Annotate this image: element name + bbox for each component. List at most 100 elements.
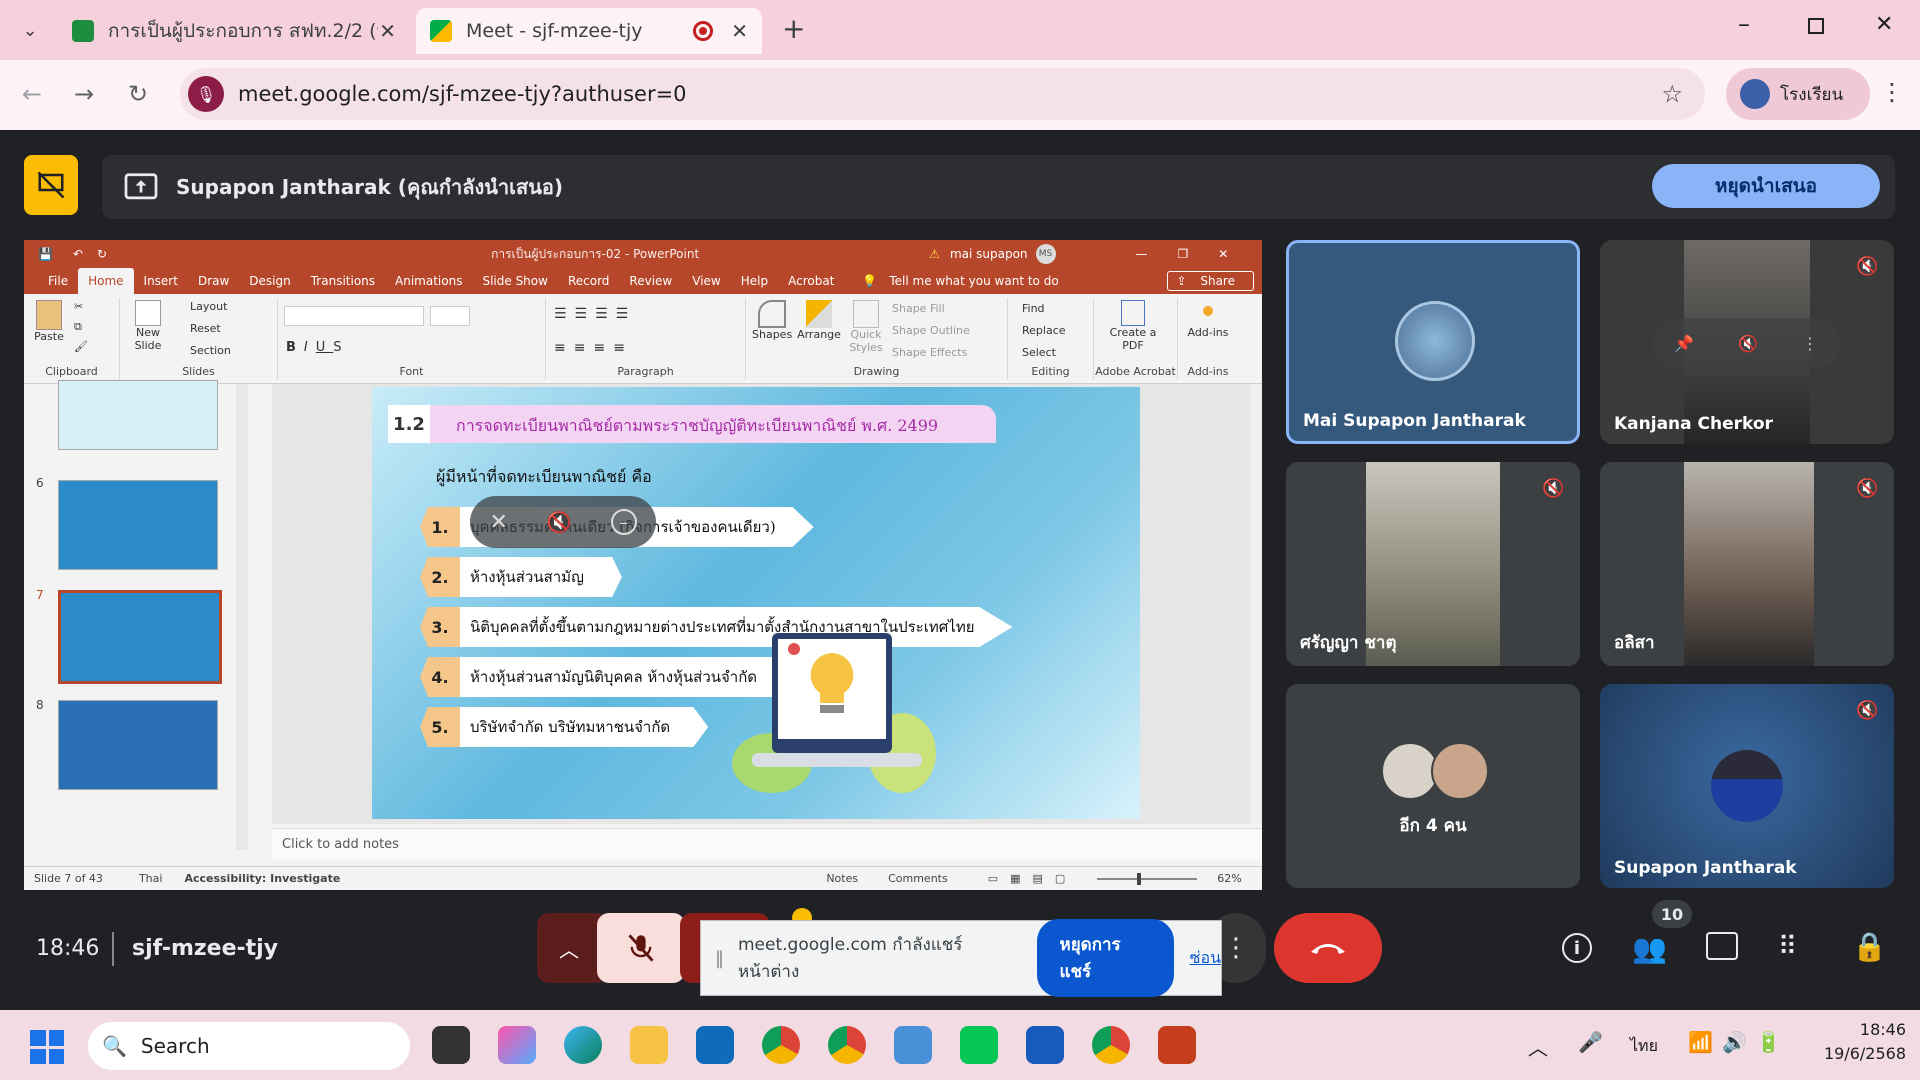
back-button[interactable]: ← <box>22 80 42 108</box>
pin-icon[interactable]: ✕ <box>489 510 507 535</box>
others-tile[interactable]: อีก 4 คน <box>1286 684 1580 888</box>
mic-in-use-icon[interactable]: 🎙 <box>188 76 224 112</box>
mute-icon[interactable]: 🔇 <box>547 510 572 534</box>
notes-button[interactable]: Notes <box>826 872 858 885</box>
undo-icon[interactable]: ↶ <box>73 247 83 261</box>
clock-date[interactable]: 19/6/2568 <box>1790 1044 1906 1063</box>
hide-banner-link[interactable]: ซ่อน <box>1190 946 1221 971</box>
arrange-button[interactable]: Arrange <box>796 300 842 341</box>
tray-mic-icon[interactable]: 🎤 <box>1578 1030 1603 1054</box>
tab-record[interactable]: Record <box>558 274 619 288</box>
shape-effects-button[interactable]: Shape Effects <box>892 346 967 359</box>
participant-tile-self[interactable]: 🔇 Supapon Jantharak <box>1600 684 1894 888</box>
tab-insert[interactable]: Insert <box>134 274 188 288</box>
zoom-level[interactable]: 62% <box>1217 872 1241 885</box>
create-pdf-button[interactable]: Create a PDF <box>1108 300 1158 352</box>
presentation-toggle-button[interactable] <box>24 155 78 215</box>
section-button[interactable]: Section <box>190 344 231 357</box>
tab-design[interactable]: Design <box>239 274 300 288</box>
new-tab-button[interactable]: + <box>782 12 805 45</box>
tab-acrobat[interactable]: Acrobat <box>778 274 844 288</box>
paste-button[interactable]: Paste <box>32 300 66 343</box>
windows-start-icon[interactable] <box>30 1030 64 1064</box>
audio-options-button[interactable]: ︿ <box>537 913 601 983</box>
edge-icon[interactable] <box>564 1026 602 1064</box>
leave-call-button[interactable] <box>1274 913 1382 983</box>
copilot-icon[interactable] <box>498 1026 536 1064</box>
chrome-active-icon[interactable] <box>1092 1026 1130 1064</box>
stop-presenting-button[interactable]: หยุดนำเสนอ <box>1652 164 1880 208</box>
restore-button[interactable] <box>1808 18 1824 34</box>
tab-meet[interactable]: Meet - sjf-mzee-tjy ✕ <box>416 8 762 54</box>
tab-search-button[interactable]: ⌄ <box>14 14 46 46</box>
tab-home[interactable]: Home <box>78 268 134 294</box>
close-icon[interactable]: ✕ <box>731 19 748 43</box>
activities-icon[interactable]: ⠿ <box>1778 932 1797 962</box>
host-controls-icon[interactable]: 🔒 <box>1852 930 1887 963</box>
thumb-scrollbar[interactable] <box>236 384 248 850</box>
select-button[interactable]: Select <box>1022 346 1056 359</box>
reload-button[interactable]: ↻ <box>128 80 148 108</box>
stop-sharing-button[interactable]: หยุดการแชร์ <box>1037 919 1174 997</box>
word-icon[interactable] <box>1026 1026 1064 1064</box>
reset-button[interactable]: Reset <box>190 322 221 335</box>
font-format-icons[interactable]: BIUS <box>286 340 350 355</box>
tab-draw[interactable]: Draw <box>188 274 239 288</box>
forward-button[interactable]: → <box>74 80 94 108</box>
address-bar[interactable]: 🎙 meet.google.com/sjf-mzee-tjy?authuser=… <box>180 68 1705 120</box>
view-icons[interactable]: ▭▦▤▢ <box>988 872 1078 885</box>
close-button[interactable]: ✕ <box>1218 247 1228 261</box>
zoom-slider[interactable] <box>1097 872 1198 885</box>
font-size-input[interactable] <box>430 306 470 326</box>
bookmark-star-icon[interactable]: ☆ <box>1661 80 1683 108</box>
chat-icon[interactable] <box>1706 932 1738 960</box>
people-icon[interactable]: 👥 <box>1632 932 1667 965</box>
outlook-icon[interactable] <box>696 1026 734 1064</box>
shape-fill-button[interactable]: Shape Fill <box>892 302 945 315</box>
tab-view[interactable]: View <box>682 274 730 288</box>
mic-toggle-button[interactable] <box>597 913 685 983</box>
minimize-button[interactable]: — <box>1136 247 1148 261</box>
align-icons[interactable]: ≡≡≡≡ <box>554 340 633 356</box>
participant-tile[interactable]: Mai Supapon Jantharak <box>1286 240 1580 444</box>
tab-review[interactable]: Review <box>619 274 682 288</box>
participant-tile[interactable]: 🔇 ศรัญญา ชาตุ <box>1286 462 1580 666</box>
share-button[interactable]: ⇪ Share <box>1167 271 1254 291</box>
mute-icon[interactable]: 🔇 <box>1738 334 1758 353</box>
tray-chevron-icon[interactable]: ︿ <box>1528 1032 1548 1061</box>
tab-animations[interactable]: Animations <box>385 274 472 288</box>
chrome-profile-icon[interactable] <box>828 1026 866 1064</box>
profile-button[interactable]: โรงเรียน <box>1726 68 1870 120</box>
restore-button[interactable]: ❐ <box>1178 247 1189 261</box>
shapes-button[interactable]: Shapes <box>752 300 792 341</box>
current-slide[interactable]: 1.2 การจดทะเบียนพาณิชย์ตามพระราชบัญญัติท… <box>372 387 1140 819</box>
slide-thumbnail[interactable] <box>58 480 218 570</box>
participant-tile[interactable]: 🔇 อลิสา <box>1600 462 1894 666</box>
find-button[interactable]: Find <box>1022 302 1045 315</box>
close-icon[interactable]: ✕ <box>379 19 396 43</box>
taskbar-search-box[interactable]: 🔍 Search <box>88 1022 410 1070</box>
add-ins-button[interactable]: Add-ins <box>1184 306 1232 339</box>
drag-handle-icon[interactable]: ‖ <box>715 948 724 969</box>
comments-button[interactable]: Comments <box>888 872 948 885</box>
close-window-button[interactable]: ✕ <box>1875 12 1893 37</box>
slide-thumbnail-selected[interactable] <box>58 590 222 684</box>
tab-sheets[interactable]: การเป็นผู้ประกอบการ สฟท.2/2 (หวิ… ✕ <box>58 8 410 54</box>
font-name-input[interactable] <box>284 306 424 326</box>
file-explorer-icon[interactable] <box>630 1026 668 1064</box>
more-options-icon[interactable]: ⋮ <box>1802 334 1818 353</box>
notes-pane[interactable]: Click to add notes <box>272 828 1262 860</box>
list-icons[interactable]: ☰☰☰☰ <box>554 306 636 322</box>
line-icon[interactable] <box>960 1026 998 1064</box>
cut-icon[interactable]: ✂ <box>74 300 83 313</box>
tab-slide-show[interactable]: Slide Show <box>472 274 557 288</box>
wifi-icon[interactable]: 📶 <box>1688 1030 1713 1054</box>
quick-styles-button[interactable]: Quick Styles <box>846 300 886 354</box>
clock-time[interactable]: 18:46 <box>1806 1020 1906 1039</box>
format-painter-icon[interactable]: 🖌 <box>74 340 88 353</box>
minimize-button[interactable]: – <box>1738 10 1750 38</box>
redo-icon[interactable]: ↻ <box>97 247 107 261</box>
tab-file[interactable]: File <box>38 274 78 288</box>
participant-tile[interactable]: 📌 🔇 ⋮ 🔇 Kanjana Cherkor <box>1600 240 1894 444</box>
replace-button[interactable]: Replace <box>1022 324 1066 337</box>
